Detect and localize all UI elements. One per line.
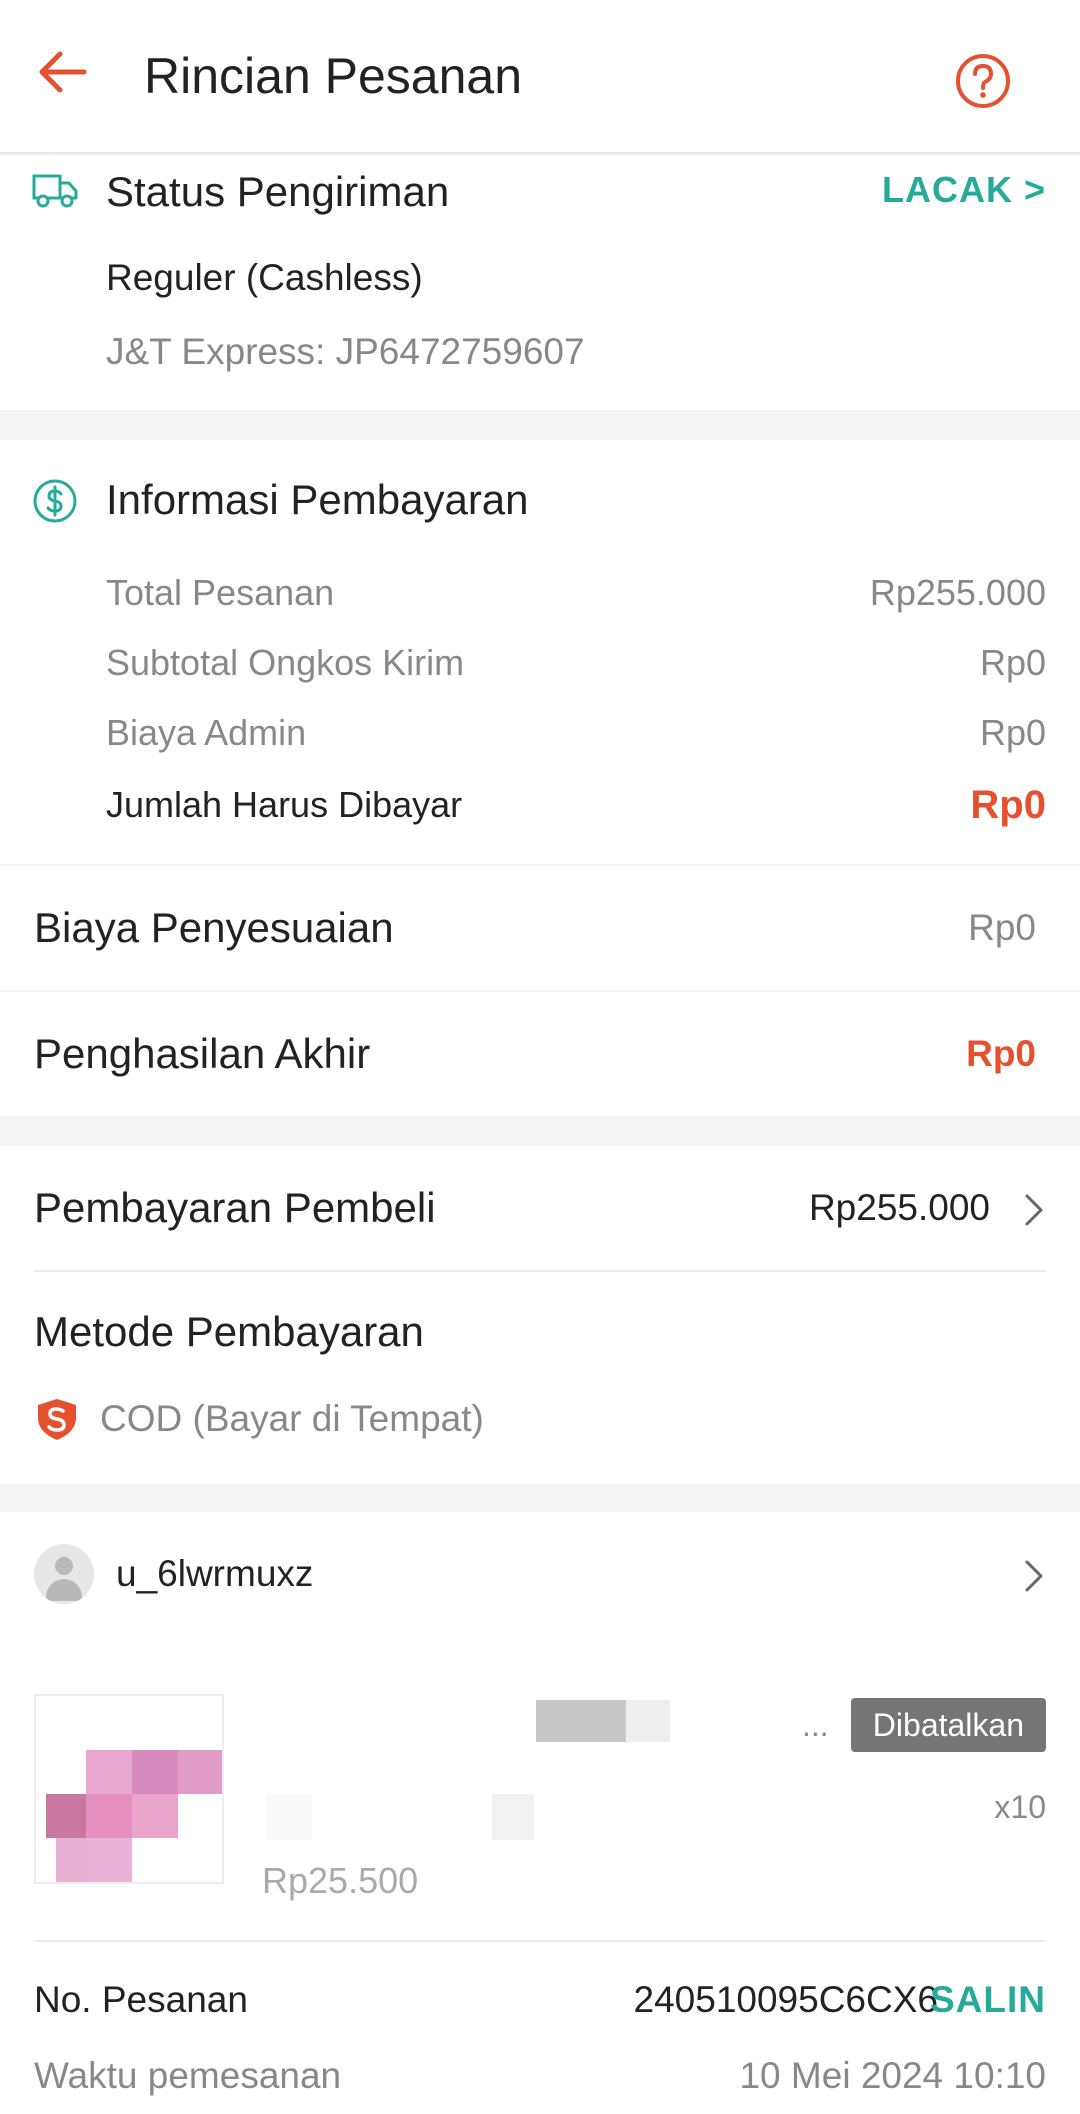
admin-fee-row: Biaya Admin Rp0 (106, 708, 1046, 758)
row-label: Total Pesanan (106, 572, 335, 613)
redacted-block (266, 1794, 312, 1840)
order-number-value: 240510095C6CX6 (633, 1979, 938, 2020)
row-value: Rp0 (979, 642, 1046, 683)
redacted-block (626, 1700, 670, 1742)
buyer-payment-value: Rp255.000 (808, 1187, 990, 1228)
row-label: Subtotal Ongkos Kirim (106, 642, 465, 683)
dollar-circle-icon (33, 479, 77, 523)
product-price: Rp25.500 (262, 1860, 419, 1901)
shipping-status-title: Status Pengiriman (106, 168, 450, 215)
divider (34, 1270, 1046, 1272)
redacted-block (492, 1794, 534, 1840)
final-income-label: Penghasilan Akhir (34, 1030, 371, 1077)
order-number-label: No. Pesanan (34, 1979, 248, 2020)
payment-method-title: Metode Pembayaran (34, 1308, 424, 1355)
chevron-right-icon (1025, 1194, 1043, 1226)
adjustment-fee-label: Biaya Penyesuaian (34, 904, 394, 951)
row-value: Rp0 (970, 783, 1046, 827)
page-title: Rincian Pesanan (144, 48, 523, 104)
buyer-payment-row[interactable]: Pembayaran Pembeli Rp255.000 (0, 1146, 1080, 1270)
product-quantity: x10 (994, 1789, 1046, 1825)
shipping-status-section: Status Pengiriman LACAK > Reguler (Cashl… (0, 156, 1080, 410)
buyer-payment-label: Pembayaran Pembeli (34, 1184, 436, 1231)
avatar (34, 1544, 94, 1604)
payment-info-section: Informasi Pembayaran Total Pesanan Rp255… (0, 440, 1080, 864)
shipping-service: Reguler (Cashless) (106, 257, 423, 298)
total-order-row: Total Pesanan Rp255.000 (106, 568, 1046, 618)
product-name-ellipsis: ... (802, 1707, 829, 1743)
shield-icon (38, 1399, 76, 1440)
divider (34, 1940, 1046, 1942)
tracking-number: J&T Express: JP6472759607 (106, 331, 585, 372)
order-time-value: 10 Mei 2024 10:10 (739, 2055, 1046, 2096)
copy-order-number-button[interactable]: SALIN (930, 1974, 1046, 2026)
order-section: u_6lwrmuxz ... Dibatalkan x10 Rp25.500 N… (0, 1512, 1080, 2114)
product-image[interactable] (34, 1694, 224, 1884)
chevron-right-icon[interactable] (1022, 1556, 1046, 1596)
app-header: Rincian Pesanan (0, 0, 1080, 154)
question-circle-icon[interactable] (954, 52, 1012, 110)
final-income-row: Penghasilan Akhir Rp0 (0, 992, 1080, 1116)
payment-info-title: Informasi Pembayaran (106, 476, 529, 523)
final-income-value: Rp0 (966, 1033, 1036, 1074)
status-badge: Dibatalkan (850, 1698, 1046, 1752)
truck-icon (32, 174, 78, 208)
row-value: Rp0 (979, 712, 1046, 753)
row-label: Jumlah Harus Dibayar (106, 784, 463, 825)
shipping-subtotal-row: Subtotal Ongkos Kirim Rp0 (106, 638, 1046, 688)
buyer-payment-section: Pembayaran Pembeli Rp255.000 Metode Pemb… (0, 1146, 1080, 1484)
adjustment-fee-value: Rp0 (968, 907, 1036, 948)
row-label: Biaya Admin (106, 712, 307, 753)
adjustment-fee-row: Biaya Penyesuaian Rp0 (0, 866, 1080, 990)
track-button[interactable]: LACAK > (882, 166, 1046, 214)
amount-due-row: Jumlah Harus Dibayar Rp0 (106, 780, 1046, 830)
arrow-left-icon[interactable] (34, 44, 90, 100)
payment-method-value: COD (Bayar di Tempat) (100, 1398, 484, 1439)
redacted-block (536, 1700, 626, 1742)
order-time-label: Waktu pemesanan (34, 2055, 342, 2096)
buyer-username[interactable]: u_6lwrmuxz (116, 1548, 313, 1600)
row-value: Rp255.000 (869, 572, 1046, 613)
